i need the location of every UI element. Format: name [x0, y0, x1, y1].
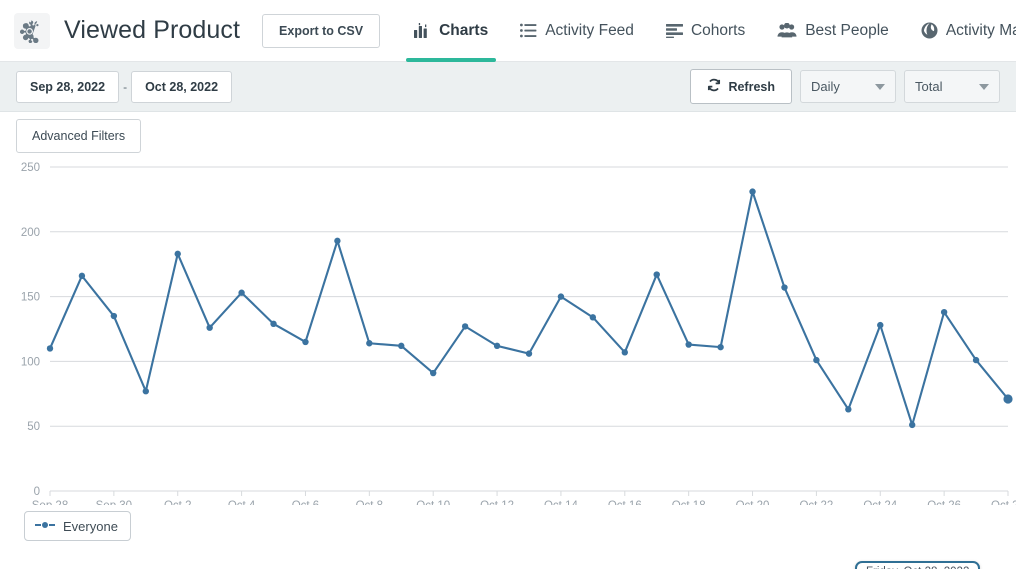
x-axis-tick-label: Oct 14: [544, 500, 578, 505]
globe-icon: [921, 22, 938, 39]
data-point[interactable]: [909, 422, 915, 428]
legend-marker-icon: [34, 517, 56, 535]
refresh-label: Refresh: [728, 80, 775, 94]
data-point[interactable]: [877, 322, 883, 328]
metric-select[interactable]: Total: [904, 70, 1000, 103]
secondary-toolbar: Advanced Filters: [0, 112, 1016, 160]
x-axis-tick-label: Oct 4: [228, 500, 256, 505]
x-axis-tick-label: Oct 12: [480, 500, 514, 505]
chart-area: 0 50 100 150 200 250 Sep 28 Sep 30 Oct 2 Oct 4 Oct…: [0, 160, 1016, 560]
activity-analytics-page: Viewed Product Export to CSV Charts: [0, 0, 1016, 569]
data-point[interactable]: [526, 350, 532, 356]
filter-bar-right: Refresh Daily Total: [690, 69, 1000, 104]
tab-label: Best People: [805, 22, 889, 40]
date-range-separator: -: [119, 80, 131, 94]
data-point[interactable]: [973, 357, 979, 363]
data-point[interactable]: [111, 313, 117, 319]
data-point[interactable]: [654, 271, 660, 277]
data-point[interactable]: [334, 238, 340, 244]
tab-cohorts[interactable]: Cohorts: [650, 0, 761, 62]
y-axis-tick-label: 50: [27, 421, 40, 433]
y-axis-tick-label: 200: [21, 227, 40, 239]
data-point[interactable]: [558, 293, 564, 299]
advanced-filters-button[interactable]: Advanced Filters: [16, 119, 141, 153]
data-point[interactable]: [717, 344, 723, 350]
data-point[interactable]: [175, 251, 181, 257]
data-point[interactable]: [813, 357, 819, 363]
chevron-down-icon: [979, 84, 989, 90]
chart-tooltip: Friday, Oct 28, 2022 Everyone :71: [855, 561, 980, 569]
x-axis-tick-label: Oct 20: [736, 500, 770, 505]
chart-legend: Everyone: [0, 505, 1016, 541]
x-axis-tick-label: Sep 30: [96, 500, 132, 505]
gears-icon: [14, 13, 50, 49]
data-point[interactable]: [79, 273, 85, 279]
data-point[interactable]: [590, 314, 596, 320]
data-point[interactable]: [685, 341, 691, 347]
line-chart[interactable]: 0 50 100 150 200 250 Sep 28 Sep 30 Oct 2 Oct 4 Oct…: [0, 160, 1016, 505]
people-icon: [777, 23, 797, 38]
tab-label: Charts: [439, 22, 488, 40]
x-axis-tick-label: Oct 2: [164, 500, 191, 505]
data-point[interactable]: [302, 339, 308, 345]
x-axis-tick-label: Sep 28: [32, 500, 68, 505]
data-point[interactable]: [622, 349, 628, 355]
tab-activity-map[interactable]: Activity Map: [905, 0, 1016, 62]
primary-tabs: Charts Activity Feed: [398, 0, 1016, 62]
x-axis-tick-label: Oct 10: [416, 500, 450, 505]
x-axis-tick-label: Oct 24: [863, 500, 897, 505]
data-point[interactable]: [206, 325, 212, 331]
export-to-csv-button[interactable]: Export to CSV: [262, 14, 380, 48]
date-range-picker: Sep 28, 2022 - Oct 28, 2022: [16, 71, 232, 103]
page-header: Viewed Product Export to CSV Charts: [0, 0, 1016, 62]
rows-icon: [666, 24, 683, 38]
x-axis-tick-label: Oct 26: [927, 500, 961, 505]
series-line-everyone: [50, 192, 1008, 425]
data-point[interactable]: [430, 370, 436, 376]
metric-value: Total: [915, 79, 942, 94]
legend-item-everyone[interactable]: Everyone: [24, 511, 131, 541]
chevron-down-icon: [875, 84, 885, 90]
tab-charts[interactable]: Charts: [398, 0, 504, 62]
interval-value: Daily: [811, 79, 840, 94]
data-point[interactable]: [494, 343, 500, 349]
legend-label: Everyone: [63, 519, 118, 534]
data-point[interactable]: [366, 340, 372, 346]
y-axis-tick-label: 150: [21, 292, 40, 304]
bar-chart-icon: [414, 23, 431, 39]
list-icon: [520, 23, 537, 38]
end-date-button[interactable]: Oct 28, 2022: [131, 71, 232, 103]
data-point[interactable]: [398, 343, 404, 349]
tab-activity-feed[interactable]: Activity Feed: [504, 0, 650, 62]
data-point[interactable]: [462, 323, 468, 329]
refresh-icon: [707, 78, 721, 95]
interval-select[interactable]: Daily: [800, 70, 896, 103]
filter-bar: Sep 28, 2022 - Oct 28, 2022 Refresh Dail…: [0, 62, 1016, 112]
page-title: Viewed Product: [64, 16, 240, 45]
data-point[interactable]: [749, 188, 755, 194]
x-axis-tick-label: Oct 8: [356, 500, 383, 505]
x-axis-tick-label: Oct 16: [608, 500, 642, 505]
data-point[interactable]: [941, 309, 947, 315]
data-point[interactable]: [270, 321, 276, 327]
x-axis-tick-label: Oct 6: [292, 500, 319, 505]
data-point[interactable]: [845, 406, 851, 412]
data-point[interactable]: [781, 284, 787, 290]
data-point[interactable]: [1003, 394, 1012, 403]
x-axis-tick-label: Oct 18: [672, 500, 706, 505]
refresh-button[interactable]: Refresh: [690, 69, 792, 104]
x-axis-tick-label: Oct 28: [991, 500, 1016, 505]
data-point[interactable]: [238, 290, 244, 296]
y-axis-tick-label: 100: [21, 356, 40, 368]
data-point[interactable]: [143, 388, 149, 394]
tab-label: Activity Feed: [545, 22, 634, 40]
x-axis-tick-label: Oct 22: [799, 500, 833, 505]
tab-best-people[interactable]: Best People: [761, 0, 905, 62]
data-point[interactable]: [47, 345, 53, 351]
start-date-button[interactable]: Sep 28, 2022: [16, 71, 119, 103]
tab-label: Activity Map: [946, 22, 1016, 40]
tab-label: Cohorts: [691, 22, 745, 40]
y-axis-tick-label: 250: [21, 162, 40, 174]
y-axis-tick-label: 0: [34, 486, 40, 498]
